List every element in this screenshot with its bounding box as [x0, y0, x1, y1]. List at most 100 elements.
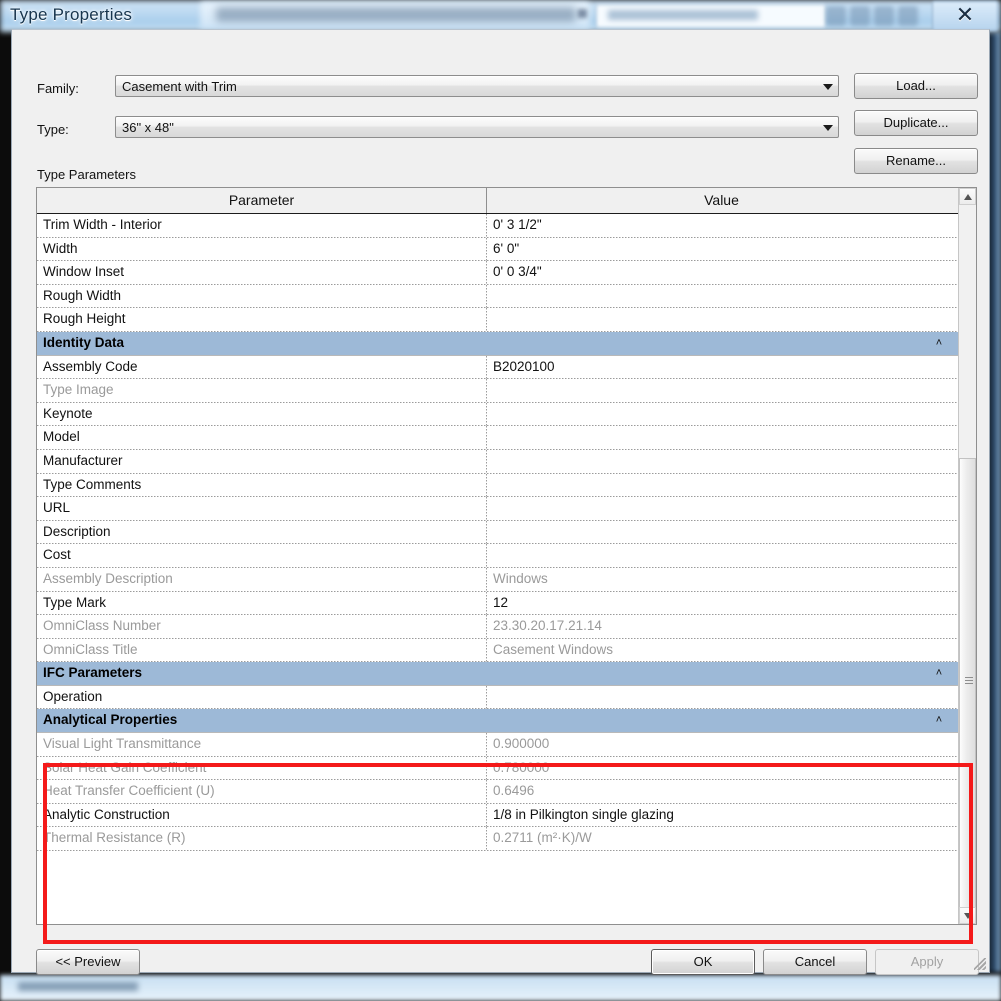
parameter-value[interactable]: 23.30.20.17.21.14 [493, 618, 602, 633]
cell-divider [486, 402, 487, 427]
table-row[interactable]: Window Inset 0' 0 3/4" [37, 261, 958, 285]
scrollbar-thumb[interactable] [959, 458, 976, 908]
parameter-value[interactable]: 0.900000 [493, 736, 549, 751]
table-row[interactable]: Operation [37, 685, 958, 710]
table-row[interactable]: Rough Height [37, 308, 958, 332]
type-label: Type: [37, 122, 69, 137]
table-row[interactable]: Type Mark 12 [37, 591, 958, 616]
cell-divider [486, 685, 487, 710]
table-vertical-scrollbar[interactable] [958, 188, 976, 924]
family-dropdown-button[interactable] [817, 76, 838, 96]
apply-button: Apply [875, 949, 979, 975]
parameter-name: Thermal Resistance (R) [43, 830, 186, 846]
rename-button[interactable]: Rename... [854, 148, 978, 174]
table-row[interactable]: OmniClass Title Casement Windows [37, 638, 958, 663]
table-row[interactable]: Rough Width [37, 284, 958, 309]
load-button[interactable]: Load... [854, 73, 978, 99]
cell-divider [486, 756, 487, 781]
table-row[interactable]: Assembly Code B2020100 [37, 355, 958, 380]
duplicate-button[interactable]: Duplicate... [854, 110, 978, 136]
table-row[interactable]: Manufacturer [37, 449, 958, 474]
parameter-value[interactable]: 6' 0" [493, 241, 519, 256]
type-combobox[interactable]: 36" x 48" [115, 116, 839, 138]
parameter-value[interactable]: 0.780000 [493, 760, 549, 775]
parameter-value[interactable]: 12 [493, 595, 508, 610]
table-section-header[interactable]: IFC Parameters ˄ [37, 662, 958, 686]
parameter-name: Analytic Construction [43, 806, 170, 822]
cell-divider [486, 827, 487, 852]
table-row[interactable]: Solar Heat Gain Coefficient 0.780000 [37, 756, 958, 781]
parameter-name: Width [43, 240, 78, 256]
table-row[interactable]: Description [37, 520, 958, 545]
parameter-value[interactable]: Windows [493, 571, 548, 586]
type-parameters-table: Parameter Value Trim Width - Interior 0' … [36, 187, 977, 925]
cell-divider [486, 803, 487, 828]
parameter-name: Description [43, 523, 111, 539]
parameter-name: OmniClass Number [43, 618, 161, 634]
table-row[interactable]: Trim Width - Interior 0' 3 1/2" [37, 214, 958, 238]
parameter-value[interactable]: 0' 0 3/4" [493, 264, 542, 279]
chevron-down-icon [823, 125, 833, 131]
parameter-name: Manufacturer [43, 452, 123, 468]
table-row[interactable]: Analytic Construction 1/8 in Pilkington s… [37, 803, 958, 828]
parameter-name: Solar Heat Gain Coefficient [43, 759, 207, 775]
table-section-header[interactable]: Analytical Properties ˄ [37, 709, 958, 734]
cell-divider [486, 426, 487, 450]
scroll-up-button[interactable] [959, 188, 976, 205]
row-divider [37, 850, 958, 852]
parameter-value[interactable]: 1/8 in Pilkington single glazing [493, 807, 674, 822]
dialog-body: Family: Casement with Trim Load... Type:… [11, 29, 990, 975]
scrollbar-grip-icon [965, 677, 973, 684]
table-row[interactable]: Cost [37, 544, 958, 568]
cell-divider [486, 615, 487, 639]
ok-button[interactable]: OK [651, 949, 755, 975]
resize-grip-icon[interactable] [974, 958, 986, 970]
scroll-down-button[interactable] [959, 907, 976, 924]
parameter-value[interactable]: 0' 3 1/2" [493, 217, 542, 232]
cell-divider [486, 591, 487, 616]
table-row[interactable]: Thermal Resistance (R) 0.2711 (m²·K)/W [37, 827, 958, 852]
arrow-up-icon [964, 194, 972, 200]
collapse-section-icon[interactable]: ˄ [932, 665, 946, 681]
table-row[interactable]: Keynote [37, 402, 958, 427]
collapse-section-icon[interactable]: ˄ [932, 712, 946, 728]
cell-divider [486, 638, 487, 663]
table-row[interactable]: Visual Light Transmittance 0.900000 [37, 733, 958, 757]
parameter-value[interactable]: Casement Windows [493, 642, 613, 657]
cell-divider [486, 780, 487, 804]
dialog-title: Type Properties [10, 5, 133, 24]
parameter-name: Keynote [43, 405, 93, 421]
table-row[interactable]: Type Image [37, 379, 958, 403]
collapse-section-icon[interactable]: ˄ [932, 335, 946, 351]
column-header-value: Value [704, 192, 739, 208]
parameter-value[interactable]: 0.6496 [493, 783, 534, 798]
chevron-down-icon [823, 84, 833, 90]
table-body: Trim Width - Interior 0' 3 1/2" Width 6' 0"… [37, 214, 958, 852]
parameter-name: Operation [43, 688, 103, 704]
table-row[interactable]: URL [37, 497, 958, 521]
table-row[interactable]: Heat Transfer Coefficient (U) 0.6496 [37, 780, 958, 804]
family-value: Casement with Trim [122, 79, 237, 94]
preview-button[interactable]: << Preview [36, 949, 140, 975]
type-value: 36" x 48" [122, 120, 174, 135]
table-row[interactable]: Model [37, 426, 958, 450]
family-combobox[interactable]: Casement with Trim [115, 75, 839, 97]
cell-divider [486, 733, 487, 757]
table-row[interactable]: OmniClass Number 23.30.20.17.21.14 [37, 615, 958, 639]
parameter-value[interactable]: B2020100 [493, 359, 555, 374]
type-dropdown-button[interactable] [817, 117, 838, 137]
cell-divider [486, 355, 487, 380]
dialog-titlebar[interactable]: Type Properties [0, 0, 1001, 30]
table-row[interactable]: Type Comments [37, 473, 958, 498]
table-section-header[interactable]: Identity Data ˄ [37, 331, 958, 356]
cell-divider [486, 308, 487, 332]
parameter-value[interactable]: 0.2711 (m²·K)/W [493, 830, 592, 845]
parameter-name: Visual Light Transmittance [43, 736, 202, 752]
cancel-button[interactable]: Cancel [763, 949, 867, 975]
table-row[interactable]: Width 6' 0" [37, 237, 958, 262]
background-taskbar-strip [0, 975, 1001, 1001]
table-row[interactable]: Assembly Description Windows [37, 567, 958, 592]
cell-divider [486, 449, 487, 474]
parameter-name: Type Comments [43, 476, 142, 492]
parameter-name: Heat Transfer Coefficient (U) [43, 783, 215, 799]
